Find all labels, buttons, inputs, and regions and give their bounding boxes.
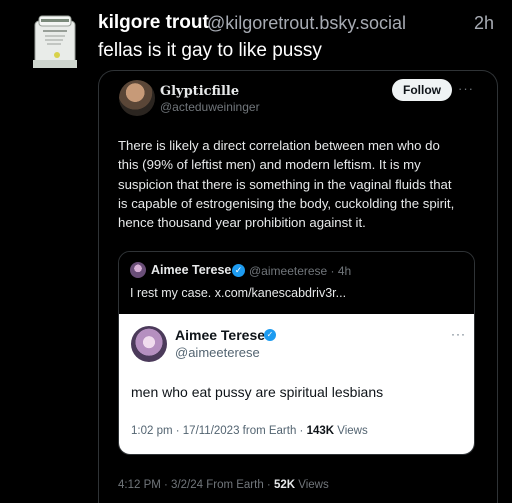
quoted-author-avatar[interactable]	[130, 262, 146, 278]
follow-button[interactable]: Follow	[392, 79, 452, 101]
tweet-body-line: There is likely a direct correlation bet…	[118, 138, 440, 153]
card-author-handle: @aimeeterese	[175, 345, 260, 360]
card-views-count: 143K	[306, 425, 335, 437]
tweet-author-avatar[interactable]	[119, 80, 155, 116]
quoted-screenshot-card[interactable]: Aimee Terese ✓ @aimeeterese ··· men who …	[119, 314, 474, 454]
card-text: men who eat pussy are spiritual lesbians	[131, 384, 384, 400]
card-views-label: Views	[334, 425, 368, 437]
tweet-body-line: this (99% of leftist men) and modern lef…	[118, 157, 421, 173]
verified-badge-icon: ✓	[232, 264, 245, 277]
quoted-tweet-header: Aimee Terese ✓ @aimeeterese · 4h I rest …	[119, 252, 474, 314]
tweet-body-line: hence thousand year prohibition against …	[118, 215, 366, 231]
more-options-icon: ···	[451, 327, 466, 341]
card-author-name: Aimee Terese	[175, 327, 266, 343]
quoted-tweet[interactable]: Aimee Terese ✓ @aimeeterese · 4h I rest …	[118, 251, 475, 455]
tweet-author-handle[interactable]: @acteduweininger	[160, 100, 260, 114]
tweet-footer[interactable]: 4:12 PM · 3/2/24 From Earth · 52K Views	[118, 479, 329, 491]
tweet-views-count: 52K	[273, 479, 296, 491]
post-text: fellas is it gay to like pussy	[98, 40, 322, 61]
quoted-author-handle[interactable]: @aimeeterese · 4h	[249, 264, 351, 278]
quoted-tweet-text: I rest my case. x.com/kanescabdriv3r...	[130, 286, 347, 300]
tweet-footer-prefix: 4:12 PM · 3/2/24 From Earth ·	[118, 479, 274, 491]
tombstone-avatar-icon[interactable]	[33, 15, 77, 69]
card-meta-prefix: 1:02 pm · 17/11/2023 from Earth ·	[131, 425, 307, 437]
tweet-views-label: Views	[295, 479, 329, 491]
tweet-body-line: is capable of estrogenising the body, cu…	[118, 195, 455, 211]
card-author-avatar	[131, 326, 167, 362]
post-author-name[interactable]: kilgore trout	[98, 12, 209, 34]
quoted-author-name[interactable]: Aimee Terese	[151, 263, 231, 277]
tweet-body: There is likely a direct correlation bet…	[118, 136, 488, 232]
card-meta: 1:02 pm · 17/11/2023 from Earth · 143K V…	[131, 425, 368, 437]
post-timestamp[interactable]: 2h	[474, 13, 494, 34]
post-author-handle[interactable]: @kilgoretrout.bsky.social	[207, 13, 406, 34]
tweet-author-name[interactable]: Glypticfille	[160, 84, 239, 99]
more-options-icon[interactable]: ···	[458, 81, 474, 96]
verified-badge-icon: ✓	[264, 329, 276, 341]
tweet-body-line: suspicion that there is something in the…	[118, 176, 452, 192]
